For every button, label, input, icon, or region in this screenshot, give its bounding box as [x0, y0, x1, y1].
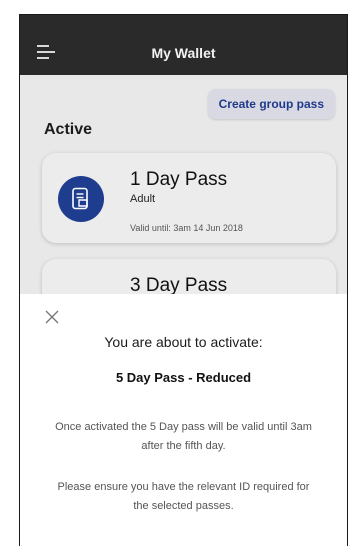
pass-valid-until: Valid until: 3am 14 Jun 2018	[130, 223, 243, 233]
active-section-title: Active	[44, 121, 93, 138]
app-screen: My Wallet Create group pass Active 1 Day…	[19, 14, 348, 546]
pass-type: Adult	[130, 193, 156, 205]
pass-card-1-day[interactable]: 1 Day Pass Adult Valid until: 3am 14 Jun…	[42, 153, 336, 243]
page-title: My Wallet	[151, 45, 216, 61]
activation-heading: You are about to activate:	[104, 334, 263, 350]
activation-pass-name: 5 Day Pass - Reduced	[115, 370, 252, 385]
create-group-pass-button[interactable]: Create group pass	[207, 89, 335, 119]
phone-ticket-icon	[58, 176, 104, 222]
pass-name: 1 Day Pass	[130, 169, 228, 190]
close-icon[interactable]	[45, 310, 59, 324]
top-app-bar: My Wallet	[20, 15, 347, 75]
activation-bottom-sheet: You are about to activate: 5 Day Pass - …	[20, 294, 347, 546]
validity-info-text: Once activated the 5 Day pass will be va…	[55, 421, 312, 452]
id-requirement-text: Please ensure you have the relevant ID r…	[57, 481, 310, 512]
